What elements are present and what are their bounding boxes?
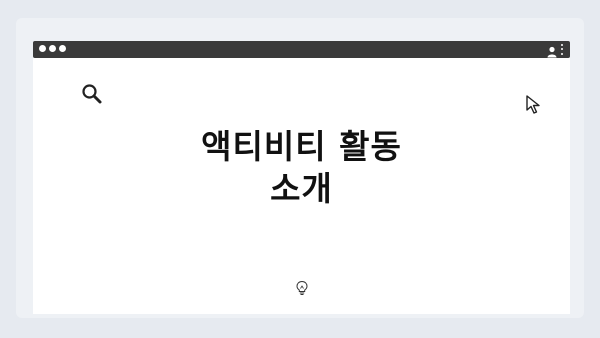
- window-control-dot[interactable]: [49, 45, 56, 52]
- window-control-dot[interactable]: [59, 45, 66, 52]
- lightbulb-icon: [295, 280, 309, 296]
- kebab-menu-icon[interactable]: [561, 43, 564, 55]
- title-line-2: 소개: [270, 169, 333, 208]
- browser-content: 액티비티 활동 소개: [33, 58, 570, 314]
- illustration-canvas: 액티비티 활동 소개: [0, 0, 600, 338]
- user-icon[interactable]: [547, 43, 557, 58]
- titlebar-actions: [547, 43, 564, 58]
- search-icon: [80, 82, 104, 106]
- title-line-1: 액티비티 활동: [201, 127, 402, 166]
- browser-titlebar: [33, 41, 570, 58]
- page-title: 액티비티 활동 소개: [133, 126, 470, 210]
- window-controls: [39, 45, 66, 52]
- cursor-icon: [524, 94, 546, 116]
- window-control-dot[interactable]: [39, 45, 46, 52]
